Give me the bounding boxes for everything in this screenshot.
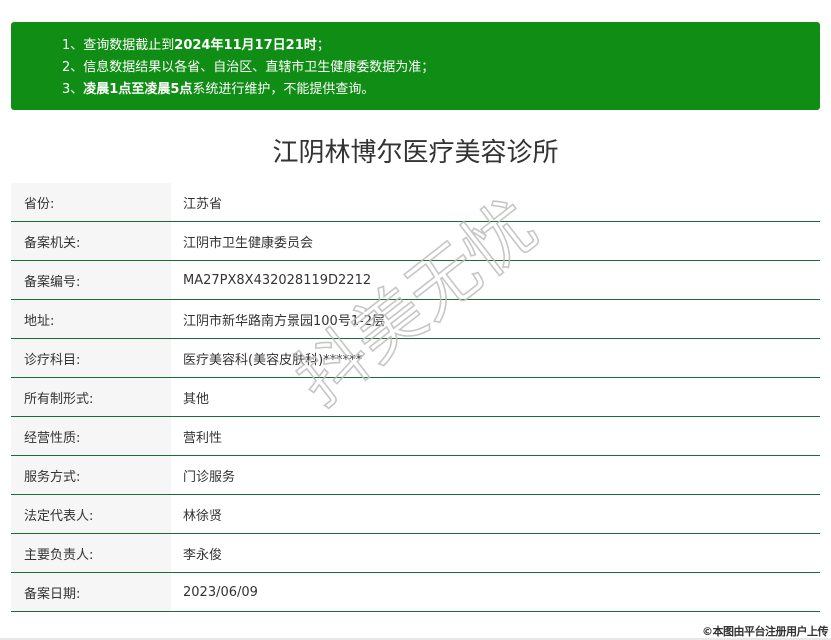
notice-line-3-prefix: 3、 xyxy=(62,82,84,97)
row-label: 诊疗科目: xyxy=(11,339,171,377)
row-value: 江阴市新华路南方景园100号1-2层 xyxy=(183,313,386,329)
row-label: 备案日期: xyxy=(11,573,171,611)
table-row: 备案机关: 江阴市卫生健康委员会 xyxy=(11,222,820,261)
row-value: 林徐贤 xyxy=(183,508,223,524)
notice-banner: 1、查询数据截止到2024年11月17日21时； 2、信息数据结果以各省、自治区… xyxy=(11,22,820,110)
row-label: 经营性质: xyxy=(11,417,171,455)
row-value: 江阴市卫生健康委员会 xyxy=(183,235,314,251)
notice-cutoff-date: 2024年11月17日21时 xyxy=(174,38,317,53)
table-row: 经营性质: 营利性 xyxy=(11,417,820,456)
table-row: 地址: 江阴市新华路南方景园100号1-2层 xyxy=(11,300,820,339)
row-value: 门诊服务 xyxy=(183,469,236,485)
table-row: 备案日期: 2023/06/09 xyxy=(11,573,820,612)
page-title: 江阴林博尔医疗美容诊所 xyxy=(272,138,559,168)
notice-line-3: 3、凌晨1点至凌晨5点系统进行维护，不能提供查询。 xyxy=(62,79,820,101)
notice-line-2: 2、信息数据结果以各省、自治区、直辖市卫生健康委数据为准； xyxy=(62,60,435,75)
row-label: 备案编号: xyxy=(11,261,171,299)
row-value: 李永俊 xyxy=(183,547,223,563)
table-row: 服务方式: 门诊服务 xyxy=(11,456,820,495)
info-table: 省份: 江苏省 备案机关: 江阴市卫生健康委员会 备案编号: MA27PX8X4… xyxy=(11,183,820,612)
row-value: 医疗美容科(美容皮肤科)****** xyxy=(183,352,363,368)
row-value: 江苏省 xyxy=(183,196,223,212)
row-label: 法定代表人: xyxy=(11,495,171,533)
table-row: 备案编号: MA27PX8X432028119D2212 xyxy=(11,261,820,300)
table-row: 法定代表人: 林徐贤 xyxy=(11,495,820,534)
row-value: 其他 xyxy=(183,391,210,407)
notice-maintenance-window: 凌晨1点至凌晨5点 xyxy=(83,82,193,97)
table-row: 所有制形式: 其他 xyxy=(11,378,820,417)
notice-line-1-prefix: 1、查询数据截止到 xyxy=(62,38,175,53)
table-row: 省份: 江苏省 xyxy=(11,183,820,222)
table-row: 诊疗科目: 医疗美容科(美容皮肤科)****** xyxy=(11,339,820,378)
row-label: 省份: xyxy=(11,183,171,221)
notice-line-1-suffix: ； xyxy=(316,38,330,53)
notice-line-1: 1、查询数据截止到2024年11月17日21时； xyxy=(62,35,820,57)
row-label: 所有制形式: xyxy=(11,378,171,416)
table-row: 主要负责人: 李永俊 xyxy=(11,534,820,573)
row-value: 营利性 xyxy=(183,430,223,446)
upload-credit: ©本图由平台注册用户上传 xyxy=(702,625,829,638)
row-label: 主要负责人: xyxy=(11,534,171,572)
row-label: 备案机关: xyxy=(11,222,171,260)
row-label: 服务方式: xyxy=(11,456,171,494)
row-value: 2023/06/09 xyxy=(183,584,258,600)
row-label: 地址: xyxy=(11,300,171,338)
notice-line-3-suffix: 系统进行维护，不能提供查询。 xyxy=(192,82,375,97)
row-value: MA27PX8X432028119D2212 xyxy=(183,272,372,288)
